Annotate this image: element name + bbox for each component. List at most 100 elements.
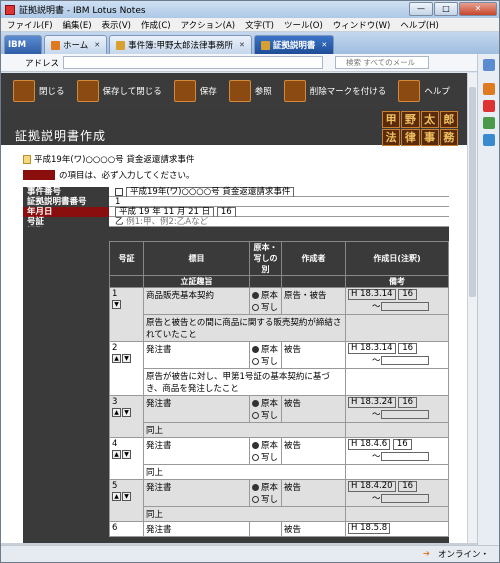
tab-launcher[interactable]: IBM (4, 35, 42, 54)
move-up-icon[interactable]: ▲ (112, 492, 121, 501)
row-title[interactable]: 発注書 (143, 437, 250, 465)
row-note[interactable] (345, 368, 449, 396)
row-title[interactable]: 発注書 (143, 521, 250, 537)
row-date[interactable]: H 18.4.20 (348, 481, 396, 492)
row-date-end[interactable] (380, 302, 429, 311)
tab-close-icon[interactable]: ✕ (239, 41, 245, 49)
day-at-a-glance-icon[interactable] (482, 134, 495, 146)
replication-icon[interactable]: ➔ (423, 549, 430, 559)
calendar-button[interactable]: 16 (398, 481, 418, 492)
radio-original[interactable] (252, 442, 259, 449)
radio-original[interactable] (252, 292, 259, 299)
row-purpose[interactable]: 原告と被告との間に商品に関する販売契約が締結されていたこと (143, 314, 346, 342)
sidebar-toggle-icon[interactable] (482, 59, 495, 71)
delete-mark-button[interactable]: 削除マークを付ける (283, 80, 395, 102)
calendar-button[interactable]: 16 (392, 439, 412, 450)
row-note[interactable] (345, 464, 449, 480)
row-purpose[interactable]: 原告が被告に対し、甲第1号証の基本契約に基づき、商品を発注したこと (143, 368, 346, 396)
move-up-icon[interactable]: ▲ (112, 450, 121, 459)
tab-close-icon[interactable]: ✕ (94, 41, 100, 49)
row-date-end[interactable] (380, 356, 429, 365)
move-down-icon[interactable]: ▼ (112, 300, 121, 309)
row-author[interactable]: 被告 (281, 395, 346, 423)
tab-case[interactable]: 事件簿:甲野太郎法律事務所 ✕ (109, 35, 252, 54)
radio-copy[interactable] (252, 358, 259, 365)
row-date[interactable]: H 18.3.14 (348, 343, 396, 354)
activities-icon[interactable] (482, 100, 495, 112)
maximize-button[interactable]: □ (434, 2, 458, 16)
evidence-prefix-field[interactable]: 乙 (115, 217, 124, 227)
menu-file[interactable]: ファイル(F) (7, 19, 53, 31)
row-title[interactable]: 発注書 (143, 479, 250, 507)
row-author[interactable]: 原告・被告 (281, 287, 346, 315)
radio-copy[interactable] (252, 304, 259, 311)
move-down-icon[interactable]: ▼ (122, 450, 131, 459)
row-date[interactable]: H 18.5.8 (348, 523, 391, 534)
row-author[interactable]: 被告 (281, 479, 346, 507)
row-date-end[interactable] (380, 410, 429, 419)
row-author[interactable]: 被告 (281, 437, 346, 465)
online-status[interactable]: オンライン・ (438, 548, 489, 560)
search-input[interactable]: 検索 すべてのメール (335, 56, 430, 69)
move-up-icon[interactable]: ▲ (112, 408, 121, 417)
row-note[interactable] (345, 314, 449, 342)
address-input[interactable] (63, 56, 324, 69)
row-title[interactable]: 商品販売基本契約 (143, 287, 250, 315)
radio-label: 原本 (261, 441, 279, 451)
menu-help[interactable]: ヘルプ(H) (400, 19, 439, 31)
row-date-end[interactable] (380, 452, 429, 461)
row-purpose[interactable]: 同上 (143, 506, 346, 522)
range-tilde: 〜 (372, 410, 381, 420)
menu-text[interactable]: 文字(T) (245, 19, 274, 31)
title-bar: 証拠説明書 - IBM Lotus Notes — □ ✕ (1, 1, 499, 18)
tab-close-icon[interactable]: ✕ (321, 41, 327, 49)
row-date[interactable]: H 18.3.24 (348, 397, 396, 408)
move-down-icon[interactable]: ▼ (122, 354, 131, 363)
row-date[interactable]: H 18.3.14 (348, 289, 396, 300)
close-action-label: 閉じる (39, 87, 65, 97)
radio-copy[interactable] (252, 412, 259, 419)
move-down-icon[interactable]: ▼ (122, 492, 131, 501)
sametime-icon[interactable] (482, 117, 495, 129)
row-purpose[interactable]: 同上 (143, 422, 346, 438)
calendar-button[interactable]: 16 (398, 289, 418, 300)
case-checkbox[interactable] (115, 187, 123, 196)
save-button[interactable]: 保存 (173, 80, 225, 102)
menu-window[interactable]: ウィンドウ(W) (333, 19, 391, 31)
row-purpose[interactable]: 同上 (143, 464, 346, 480)
menu-edit[interactable]: 編集(E) (63, 19, 92, 31)
menu-tools[interactable]: ツール(O) (284, 19, 323, 31)
row-author[interactable]: 被告 (281, 341, 346, 369)
doc-no-field[interactable]: 1 (115, 197, 120, 207)
close-button[interactable]: ✕ (459, 2, 497, 16)
row-date[interactable]: H 18.4.6 (348, 439, 391, 450)
row-author[interactable]: 被告 (281, 521, 346, 537)
row-title[interactable]: 発注書 (143, 395, 250, 423)
row-title[interactable]: 発注書 (143, 341, 250, 369)
radio-original[interactable] (252, 346, 259, 353)
row-date-end[interactable] (380, 494, 429, 503)
move-up-icon[interactable]: ▲ (112, 354, 121, 363)
radio-original[interactable] (252, 400, 259, 407)
minimize-button[interactable]: — (409, 2, 433, 16)
menu-view[interactable]: 表示(V) (102, 19, 131, 31)
row-note[interactable] (345, 506, 449, 522)
menu-create[interactable]: 作成(C) (141, 19, 171, 31)
radio-copy[interactable] (252, 454, 259, 461)
vertical-scrollbar[interactable] (467, 73, 477, 543)
close-action-button[interactable]: 閉じる (13, 80, 73, 102)
calendar-button[interactable]: 16 (398, 343, 418, 354)
move-down-icon[interactable]: ▼ (122, 408, 131, 417)
radio-copy[interactable] (252, 496, 259, 503)
calendar-button[interactable]: 16 (398, 397, 418, 408)
menu-action[interactable]: アクション(A) (181, 19, 236, 31)
scroll-thumb[interactable] (469, 87, 476, 297)
row-note[interactable] (345, 422, 449, 438)
feeds-icon[interactable] (482, 83, 495, 95)
save-close-button[interactable]: 保存して閉じる (76, 80, 170, 102)
tab-home[interactable]: ホーム ✕ (44, 35, 108, 54)
reference-button[interactable]: 参照 (228, 80, 280, 102)
tab-document[interactable]: 証拠説明書 ✕ (253, 35, 335, 54)
radio-original[interactable] (252, 484, 259, 491)
help-button[interactable]: ヘルプ (398, 80, 458, 102)
